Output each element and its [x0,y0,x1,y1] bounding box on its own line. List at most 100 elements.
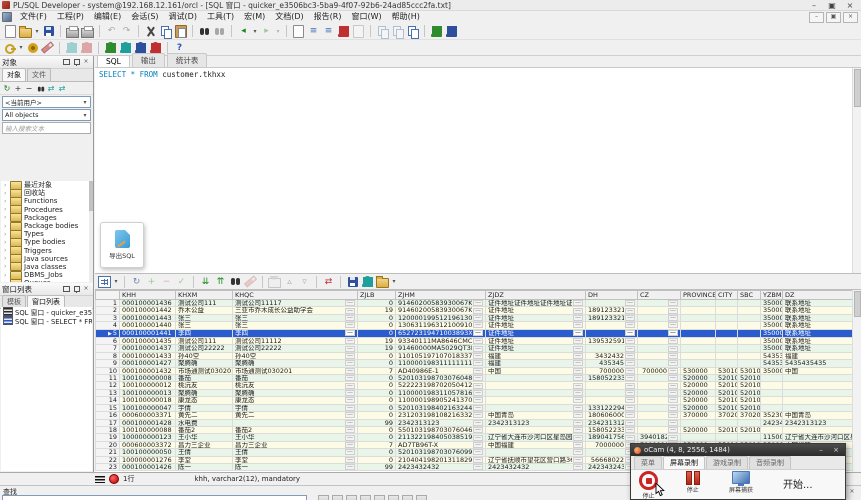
cell-dh[interactable]: 15805223325— [586,426,638,433]
cell-sbc[interactable] [738,314,761,321]
grid-row[interactable]: 17 000100001428 水电费 — 99 2342313123— 234… [96,419,853,426]
cell-khh[interactable]: 000100001440 [120,322,176,329]
cell-khxm[interactable]: 李堂 [176,456,233,463]
commit-session-icon[interactable] [104,41,117,54]
memo-button-icon[interactable]: — [473,412,483,418]
cell-zjlb[interactable]: 0 [358,389,396,396]
cell-khh[interactable]: 100000001276 [120,456,176,463]
cell-zjlb[interactable]: 0 [358,300,396,307]
window-list-close-icon[interactable]: × [81,284,91,294]
cell-khh[interactable]: 100000000123 [120,434,176,441]
grid-row[interactable]: 15 100100000047 宇倩 宇倩— 0 520103198402163… [96,404,853,411]
cell-zjdz[interactable]: 中国— [486,367,586,374]
find-input[interactable] [2,495,307,500]
cell-yzbm[interactable]: 115000 [761,434,783,441]
match-case-toggle[interactable] [360,495,371,500]
expand-node-icon[interactable]: + [13,83,23,93]
memo-button-icon[interactable]: — [625,308,635,314]
cell-province[interactable] [681,352,716,359]
cell-province[interactable] [681,307,716,314]
new-window-icon[interactable] [292,25,305,38]
memo-button-icon[interactable]: — [345,315,355,321]
save-script-dropdown-icon[interactable]: ▾ [275,28,281,35]
cell-dz[interactable]: 2342313123 [783,419,853,426]
cell-cz[interactable]: — [638,397,681,404]
menu-item[interactable]: 工程(P) [52,12,89,21]
cell-khxm[interactable]: 昌力三企业 [176,441,233,448]
cell-dh[interactable]: — [586,329,638,337]
highlight-all-button[interactable] [346,495,357,500]
menu-item[interactable]: 宏(M) [239,12,270,21]
objects-panel-tab[interactable]: 对象 [2,68,26,81]
row-number-cell[interactable]: 19 [96,434,120,441]
cell-khqc[interactable]: 测试公司11117— [233,300,358,307]
cell-yzbm[interactable] [761,382,783,389]
cell-city[interactable] [716,307,738,314]
cell-zjlb[interactable]: 7 [358,441,396,448]
cell-zjhm[interactable]: 110000198311057816— [396,389,486,396]
fetch-last-page-icon[interactable]: ⇊ [199,275,212,288]
cell-khh[interactable]: 000100001436 [120,300,176,307]
cell-zjlb[interactable]: 19 [358,345,396,352]
row-number-cell[interactable]: 5 [96,329,120,337]
cell-khqc[interactable]: 宇倩— [233,404,358,411]
row-number-cell[interactable]: 16 [96,412,120,419]
cell-sbc[interactable]: 530101 [738,367,761,374]
cell-khqc[interactable]: 聚腾确— [233,389,358,396]
cell-cz[interactable]: — [638,352,681,359]
cell-zjdz[interactable]: — [486,375,586,382]
memo-button-icon[interactable]: — [668,397,678,403]
memo-button-icon[interactable]: — [473,449,483,455]
cascade-windows-icon[interactable] [376,25,389,38]
print-icon[interactable] [66,25,79,38]
cell-sbc[interactable] [738,360,761,367]
memo-button-icon[interactable]: — [625,330,635,336]
memo-button-icon[interactable]: — [625,390,635,396]
open-results-folder-icon[interactable] [376,275,389,288]
column-header-khh[interactable]: KHH [120,291,176,300]
cell-zjlb[interactable]: 0 [358,426,396,433]
row-number-cell[interactable]: 17 [96,419,120,426]
cell-yzbm[interactable]: 350001 [761,322,783,329]
memo-button-icon[interactable]: — [573,353,583,359]
cell-zjlb[interactable]: 7 [358,367,396,374]
cell-dz[interactable]: 联系地址 [783,307,853,314]
memo-button-icon[interactable]: — [345,412,355,418]
memo-button-icon[interactable]: — [473,330,483,336]
cell-zjdz[interactable]: — [486,449,586,456]
cell-sbc[interactable]: 520101 [738,404,761,411]
grid-options-dropdown-icon[interactable]: ▾ [113,278,119,285]
column-header-sbc[interactable]: SBC [738,291,761,300]
row-number-cell[interactable]: 9 [96,360,120,367]
close-button[interactable]: × [841,1,859,10]
memo-button-icon[interactable]: — [573,427,583,433]
cell-dh[interactable]: 15805223325— [586,375,638,382]
menu-item[interactable]: 编辑(E) [89,12,126,21]
cell-zjdz[interactable]: 中国福建— [486,441,586,448]
cell-yzbm[interactable] [761,426,783,433]
memo-button-icon[interactable]: — [473,390,483,396]
cell-yzbm[interactable]: 350001 [761,329,783,337]
export-query-results-icon[interactable]: ⇄ [322,275,335,288]
cell-khh[interactable]: 000100001432 [120,367,176,374]
cell-khxm[interactable]: 番茄 [176,375,233,382]
cell-zjhm[interactable]: 91460200583930067K— [396,300,486,307]
cell-zjlb[interactable]: 99 [358,419,396,426]
memo-button-icon[interactable]: — [668,300,678,306]
cell-zjhm[interactable]: AD40986E-1— [396,367,486,374]
object-type-combobox[interactable]: All objects ▾ [2,109,91,121]
stop-execution-icon[interactable] [337,25,350,38]
save-results-icon[interactable] [346,275,359,288]
editor-scrollbar[interactable] [852,68,861,273]
ocam-minimize-button[interactable]: – [815,446,827,454]
memo-button-icon[interactable]: — [625,383,635,389]
memo-button-icon[interactable]: — [668,308,678,314]
cell-khxm[interactable]: 聚腾确 [176,360,233,367]
cell-province[interactable] [681,329,716,337]
cell-zjlb[interactable]: 19 [358,307,396,314]
cell-province[interactable] [681,314,716,321]
refresh-objects-icon[interactable]: ↻ [2,83,12,93]
memo-button-icon[interactable]: — [668,420,678,426]
cell-cz[interactable]: — [638,426,681,433]
mail-results-icon[interactable] [268,275,281,288]
